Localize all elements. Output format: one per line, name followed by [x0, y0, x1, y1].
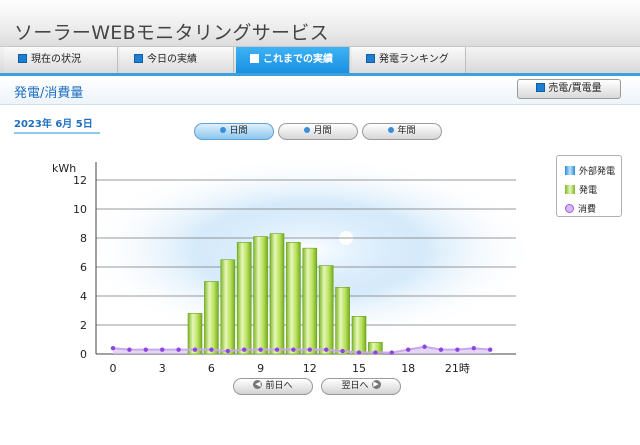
- period-yearly-button[interactable]: 年間: [362, 123, 442, 140]
- tab-arrow-icon: [366, 53, 375, 63]
- consumption-point: [160, 347, 165, 352]
- legend-label-generation: 発電: [579, 186, 598, 196]
- period-label: 日間: [229, 126, 248, 136]
- consumption-point: [307, 347, 312, 352]
- tab-today-results[interactable]: 今日の実績: [120, 47, 234, 73]
- x-tick-label: 15: [352, 362, 366, 375]
- prev-day-button[interactable]: ◀ 前日へ: [233, 378, 313, 395]
- generation-bar: [286, 242, 301, 355]
- section-bar: 発電/消費量 売電/買電量: [0, 76, 640, 105]
- next-day-button[interactable]: 翌日へ ▶: [321, 378, 401, 395]
- y-tick-label: 8: [80, 232, 87, 245]
- generation-bar: [236, 242, 252, 355]
- consumption-point: [192, 347, 198, 352]
- consumption-point: [110, 346, 116, 351]
- legend-swatch-consumption: [565, 204, 574, 213]
- section-title: 発電/消費量: [14, 86, 84, 101]
- x-tick-label: 18: [401, 362, 415, 375]
- energy-chart: 024681012kWh0 3 6 9 12 15 18 21時: [52, 155, 540, 375]
- arrow-right-icon: ▶: [371, 380, 381, 389]
- y-tick-label: 6: [80, 261, 87, 274]
- chart-area: 0 2 4 6 8 10 12 kWh 0 3 6 9 12 15 18 21時: [0, 150, 640, 390]
- arrow-left-icon: ◀: [253, 380, 263, 389]
- next-day-label: 翌日へ: [341, 381, 369, 391]
- y-tick-label: 0: [80, 348, 87, 361]
- legend-item-external: 外部発電: [565, 164, 615, 177]
- generation-bar: [335, 287, 350, 355]
- legend-label-external: 外部発電: [579, 167, 616, 177]
- y-tick-label: 2: [80, 319, 87, 332]
- tab-generation-ranking[interactable]: 発電ランキング: [352, 47, 466, 73]
- consumption-point: [373, 350, 378, 355]
- legend-item-consumption: 消費: [565, 202, 596, 215]
- consumption-point: [291, 347, 296, 352]
- x-tick-label: 9: [257, 362, 264, 375]
- x-tick-label: 3: [159, 362, 166, 375]
- generation-bar: [269, 233, 285, 355]
- legend-item-generation: 発電: [565, 183, 597, 196]
- radio-dot-icon: [220, 126, 227, 133]
- y-axis-unit-label: kWh: [52, 162, 76, 175]
- sell-buy-label: 売電/買電量: [548, 83, 602, 94]
- period-daily-button[interactable]: 日間: [194, 123, 274, 140]
- tab-label: 発電ランキング: [379, 54, 449, 65]
- consumption-point: [274, 347, 280, 352]
- consumption-point: [242, 347, 247, 352]
- period-label: 月間: [313, 126, 332, 136]
- legend-label-consumption: 消費: [578, 205, 597, 215]
- consumption-point: [324, 347, 329, 352]
- generation-bar: [220, 259, 236, 355]
- radio-dot-icon: [388, 126, 395, 133]
- consumption-point: [356, 350, 362, 355]
- x-tick-label: 21時: [445, 362, 470, 375]
- tab-past-results[interactable]: これまでの実績: [236, 47, 350, 73]
- period-label: 年間: [397, 126, 416, 136]
- consumption-point: [455, 347, 460, 352]
- tab-label: これまでの実績: [263, 54, 333, 65]
- chart-legend: 外部発電 発電 消費: [556, 155, 622, 217]
- legend-swatch-external: [565, 166, 575, 175]
- tab-arrow-icon: [18, 53, 27, 63]
- radio-dot-icon: [304, 126, 311, 133]
- generation-bar: [302, 247, 318, 355]
- consumption-point: [127, 347, 132, 352]
- consumption-point: [406, 347, 411, 352]
- consumption-point: [438, 347, 444, 352]
- consumption-point: [471, 346, 476, 351]
- consumption-point: [488, 347, 493, 352]
- generation-bar: [318, 265, 334, 355]
- prev-day-label: 前日へ: [265, 381, 293, 391]
- app-header: ソーラーWEBモニタリングサービス: [0, 0, 640, 47]
- consumption-point: [340, 348, 345, 354]
- x-tick-label: 12: [303, 362, 317, 375]
- sell-buy-button[interactable]: 売電/買電量: [517, 79, 621, 99]
- app-title: ソーラーWEBモニタリングサービス: [14, 22, 329, 44]
- tab-label: 現在の状況: [31, 54, 81, 65]
- arrow-icon: [536, 82, 546, 92]
- tab-label: 今日の実績: [147, 54, 197, 65]
- period-monthly-button[interactable]: 月間: [278, 123, 358, 140]
- consumption-point: [258, 347, 263, 352]
- consumption-point: [225, 348, 230, 354]
- tab-arrow-icon: [250, 53, 259, 63]
- y-tick-label: 4: [80, 290, 87, 303]
- consumption-point: [143, 347, 148, 352]
- consumption-point: [176, 347, 181, 352]
- x-tick-label: 0: [110, 362, 117, 375]
- consumption-point: [209, 347, 214, 352]
- y-tick-label: 10: [73, 203, 87, 216]
- legend-swatch-generation: [565, 185, 575, 194]
- main-tabbar: 現在の状況 今日の実績 これまでの実績 発電ランキング: [0, 47, 640, 76]
- tab-current-status[interactable]: 現在の状況: [4, 47, 118, 73]
- y-tick-label: 12: [73, 174, 87, 187]
- generation-bar: [253, 236, 268, 355]
- consumption-point: [389, 350, 394, 355]
- generation-bar: [204, 281, 219, 355]
- date-label: 2023年 6月 5日: [14, 115, 100, 134]
- generation-bar: [351, 316, 367, 355]
- tab-arrow-icon: [134, 53, 143, 63]
- consumption-point: [422, 344, 427, 349]
- x-tick-label: 6: [208, 362, 215, 375]
